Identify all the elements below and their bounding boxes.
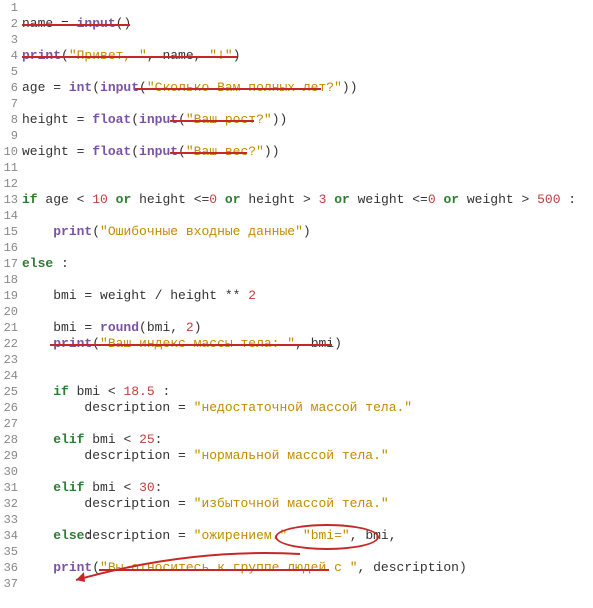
code-line[interactable]: 33: [0, 512, 593, 528]
line-number: 28: [0, 432, 22, 448]
line-number: 31: [0, 480, 22, 496]
line-number: 4: [0, 48, 22, 64]
code-content: else :: [22, 256, 69, 272]
line-number: 10: [0, 144, 22, 160]
code-line[interactable]: 23 print("Ваш индекс массы тела: ", bmi): [0, 352, 593, 368]
line-number: 24: [0, 368, 22, 384]
code-line[interactable]: 37 print("Вы относитесь к группе людей с…: [0, 576, 593, 592]
code-line[interactable]: 9 height = float(input("Ваш рост?")): [0, 128, 593, 144]
line-number: 6: [0, 80, 22, 96]
line-number: 5: [0, 64, 22, 80]
code-line[interactable]: 12: [0, 176, 593, 192]
code-line[interactable]: 31 elif bmi < 30:: [0, 480, 593, 496]
code-line[interactable]: 18: [0, 272, 593, 288]
code-content: if bmi < 18.5 :: [22, 384, 170, 400]
code-editor[interactable]: 1 print("Ваше имя?") 2 3 name = input() …: [0, 0, 593, 592]
code-content: elif bmi < 25:: [22, 432, 162, 448]
line-number: 27: [0, 416, 22, 432]
code-line[interactable]: 24: [0, 368, 593, 384]
code-line[interactable]: 25 if bmi < 18.5 :: [0, 384, 593, 400]
line-number: 9: [0, 128, 22, 144]
line-number: 32: [0, 496, 22, 512]
code-line[interactable]: 7 age = int(input("Сколько Вам полных ле…: [0, 96, 593, 112]
line-number: 1: [0, 0, 22, 16]
code-line[interactable]: 5 print("Привет, ", name, "!"): [0, 64, 593, 80]
line-number: 8: [0, 112, 22, 128]
code-line[interactable]: 13 if age < 10 or height <=0 or height >…: [0, 192, 593, 208]
line-number: 30: [0, 464, 22, 480]
code-line[interactable]: 3 name = input(): [0, 32, 593, 48]
code-line[interactable]: 1 print("Ваше имя?"): [0, 0, 593, 16]
line-number: 15: [0, 224, 22, 240]
line-number: 18: [0, 272, 22, 288]
line-number: 20: [0, 304, 22, 320]
line-number: 14: [0, 208, 22, 224]
line-number: 3: [0, 32, 22, 48]
line-number: 33: [0, 512, 22, 528]
line-number: 26: [0, 400, 22, 416]
code-content: description = "нормальной массой тела.": [22, 448, 389, 464]
line-number: 23: [0, 352, 22, 368]
code-line[interactable]: 20: [0, 304, 593, 320]
line-number: 12: [0, 176, 22, 192]
line-number: 13: [0, 192, 22, 208]
code-content: description = "избыточной массой тела.": [22, 496, 389, 512]
code-line[interactable]: 21 bmi = round(bmi, 2): [0, 320, 593, 336]
line-number: 25: [0, 384, 22, 400]
line-number: 29: [0, 448, 22, 464]
line-number: 37: [0, 576, 22, 592]
code-line[interactable]: 11 weight = float(input("Ваш вес?")): [0, 160, 593, 176]
line-number: 2: [0, 16, 22, 32]
code-content: bmi = round(bmi, 2): [22, 320, 202, 336]
code-line[interactable]: 26 description = "недостаточной массой т…: [0, 400, 593, 416]
line-number: 36: [0, 560, 22, 576]
code-content: bmi = weight / height ** 2: [22, 288, 256, 304]
line-number: 19: [0, 288, 22, 304]
code-line[interactable]: 16: [0, 240, 593, 256]
code-content: if age < 10 or height <=0 or height > 3 …: [22, 192, 576, 208]
line-number: 16: [0, 240, 22, 256]
code-line[interactable]: 28 elif bmi < 25:: [0, 432, 593, 448]
code-content: description = "недостаточной массой тела…: [22, 400, 412, 416]
code-content: print("Вы относитесь к группе людей с ",…: [22, 560, 467, 608]
code-line[interactable]: 32 description = "избыточной массой тела…: [0, 496, 593, 512]
code-content: elif bmi < 30:: [22, 480, 162, 496]
code-line[interactable]: 15 print("Ошибочные входные данные"): [0, 224, 593, 240]
line-number: 22: [0, 336, 22, 352]
line-number: 7: [0, 96, 22, 112]
line-number: 34: [0, 528, 22, 544]
code-line[interactable]: 27: [0, 416, 593, 432]
code-line[interactable]: 29 description = "нормальной массой тела…: [0, 448, 593, 464]
line-number: 21: [0, 320, 22, 336]
code-line[interactable]: 17 else :: [0, 256, 593, 272]
code-line[interactable]: 19 bmi = weight / height ** 2: [0, 288, 593, 304]
line-number: 17: [0, 256, 22, 272]
code-line[interactable]: 14: [0, 208, 593, 224]
line-number: 11: [0, 160, 22, 176]
code-line[interactable]: 30: [0, 464, 593, 480]
code-content: print("Ошибочные входные данные"): [22, 224, 311, 240]
